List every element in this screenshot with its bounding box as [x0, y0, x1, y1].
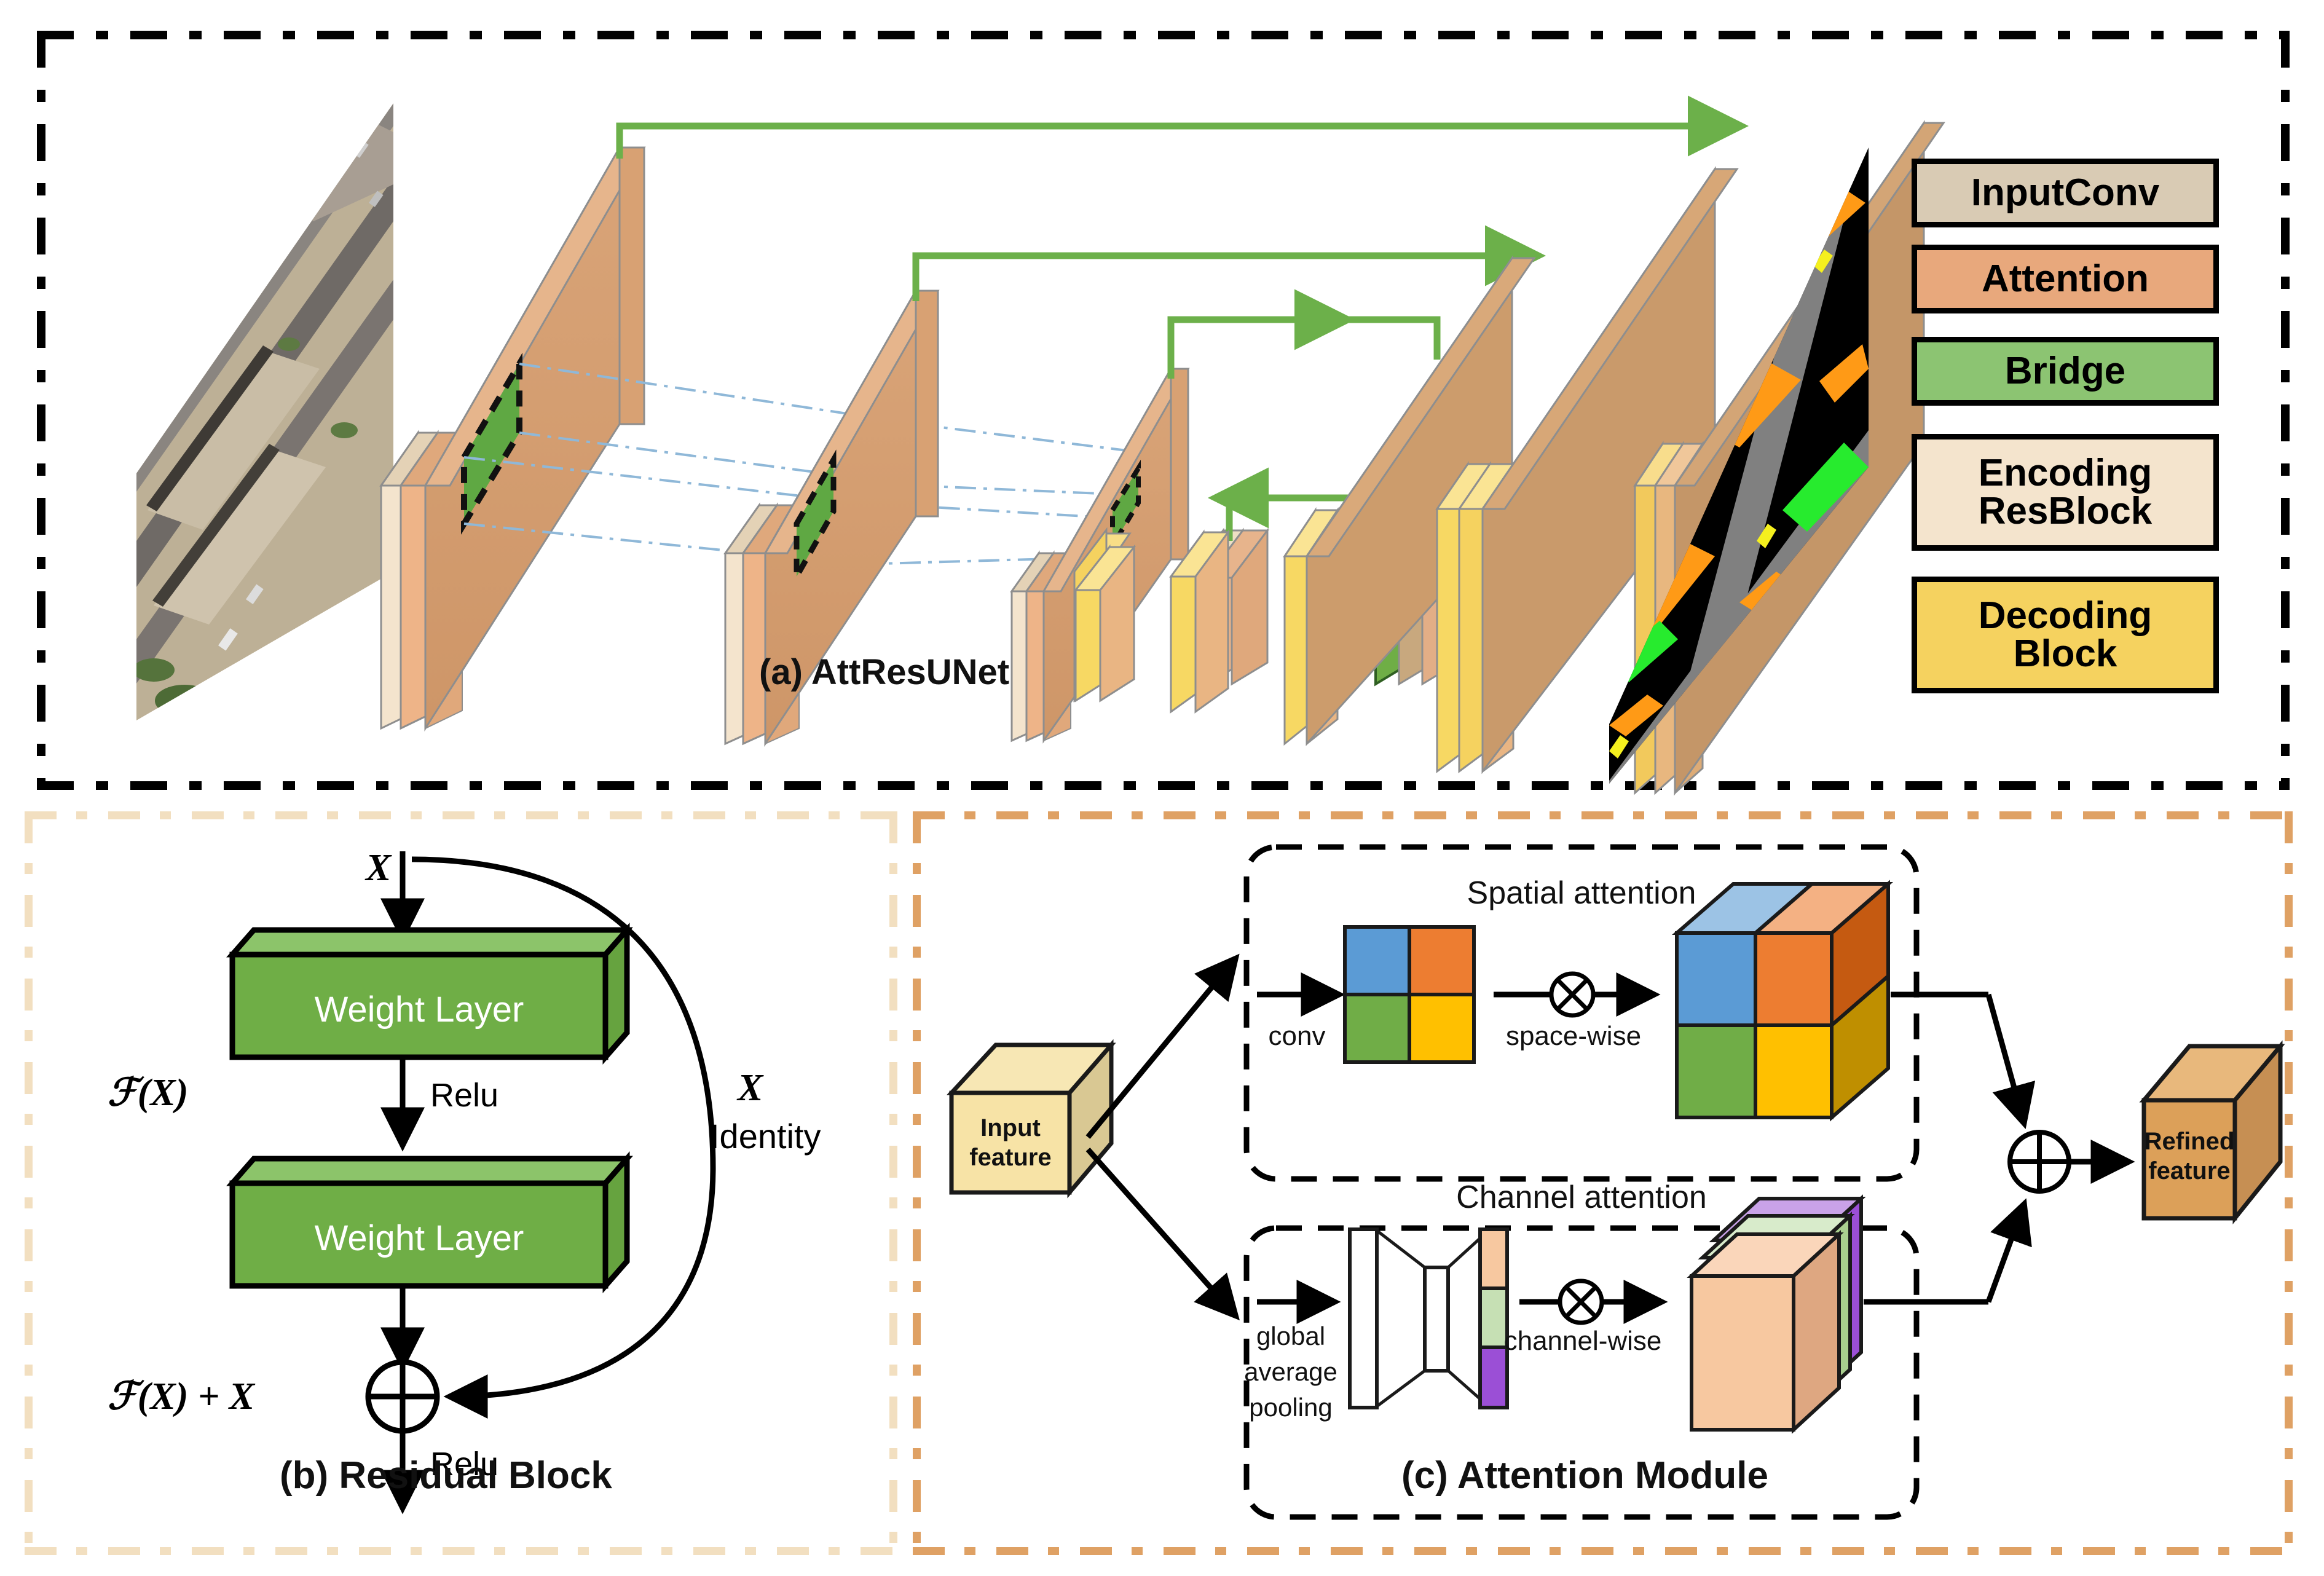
attention-merge-node	[2007, 1130, 2071, 1194]
gap-label-line2: average	[1244, 1357, 1337, 1386]
panel-c-diagram: Input feature Input feature Spatial atte…	[947, 844, 2285, 1520]
input-feature-label-line2: feature	[969, 1144, 1051, 1171]
channel-attention-title: Channel attention	[1456, 1180, 1707, 1215]
spatial-spacewise-label: space-wise	[1506, 1021, 1641, 1051]
refined-feature-label-line2: feature	[2148, 1157, 2230, 1184]
branch-arrow-channel	[1085, 1148, 1240, 1321]
channel-attention-vector	[1478, 1227, 1509, 1409]
gap-label-line3: pooling	[1249, 1393, 1332, 1422]
spatial-attention-map	[1343, 925, 1476, 1064]
channel-output-cube	[1687, 1194, 1866, 1434]
panel-c-caption: (c) Attention Module	[1401, 1454, 1768, 1497]
spatial-conv-label: conv	[1269, 1021, 1326, 1051]
refined-feature-label-line1: Refined	[2145, 1128, 2235, 1155]
spatial-attention-title: Spatial attention	[1467, 875, 1696, 911]
gap-label-line1: global	[1256, 1322, 1325, 1350]
channel-wise-label: channel-wise	[1504, 1326, 1662, 1356]
input-feature-label-line1: Input	[980, 1114, 1041, 1141]
spatial-output-cube	[1671, 880, 1894, 1122]
channel-multiply-symbol	[1558, 1279, 1604, 1325]
spatial-multiply-symbol	[1549, 971, 1596, 1018]
channel-mlp-bottleneck	[1348, 1227, 1491, 1409]
